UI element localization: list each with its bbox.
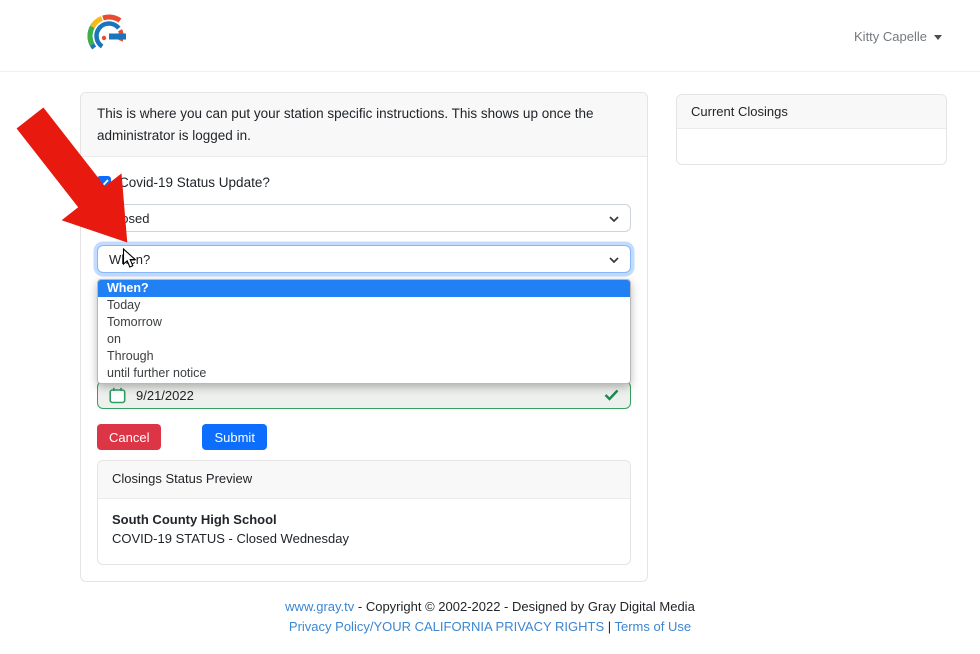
when-option-tomorrow[interactable]: Tomorrow: [98, 314, 630, 331]
current-closings-empty-list: [677, 129, 946, 164]
gray-tv-link[interactable]: www.gray.tv: [285, 599, 354, 614]
closings-form-body: Covid-19 Status Update? Closed When? Whe…: [81, 157, 647, 581]
calendar-icon[interactable]: [109, 387, 126, 404]
top-navbar: Kitty Capelle: [0, 0, 980, 72]
when-option-when[interactable]: When?: [98, 280, 630, 297]
user-name: Kitty Capelle: [854, 29, 927, 44]
status-select[interactable]: Closed: [97, 204, 631, 232]
preview-status-line: COVID-19 STATUS - Closed Wednesday: [112, 531, 616, 546]
copyright-text: - Copyright © 2002-2022 - Designed by Gr…: [354, 599, 695, 614]
current-closings-title: Current Closings: [677, 95, 946, 129]
closings-status-preview-card: Closings Status Preview South County Hig…: [97, 460, 631, 565]
footer-separator: |: [604, 619, 614, 634]
when-option-today[interactable]: Today: [98, 297, 630, 314]
when-option-until-further-notice[interactable]: until further notice: [98, 365, 630, 382]
when-option-through[interactable]: Through: [98, 348, 630, 365]
preview-title: Closings Status Preview: [98, 461, 630, 499]
when-select-value: When?: [109, 252, 150, 267]
page-footer: www.gray.tv - Copyright © 2002-2022 - De…: [0, 599, 980, 634]
covid-status-checkbox[interactable]: [97, 176, 111, 190]
status-select-value: Closed: [109, 211, 149, 226]
when-option-on[interactable]: on: [98, 331, 630, 348]
when-select-dropdown: When? Today Tomorrow on Through until fu…: [97, 279, 631, 384]
date-input[interactable]: 9/21/2022: [97, 381, 631, 409]
station-instructions: This is where you can put your station s…: [81, 93, 647, 157]
user-account-menu[interactable]: Kitty Capelle: [854, 29, 942, 44]
valid-check-icon: [604, 389, 619, 401]
terms-of-use-link[interactable]: Terms of Use: [615, 619, 692, 634]
current-closings-card: Current Closings: [676, 94, 947, 165]
privacy-policy-link[interactable]: Privacy Policy/YOUR CALIFORNIA PRIVACY R…: [289, 619, 604, 634]
check-icon: [99, 179, 109, 187]
gray-tv-logo-icon[interactable]: [84, 11, 134, 61]
covid-status-checkbox-label: Covid-19 Status Update?: [119, 175, 270, 190]
preview-school-name: South County High School: [112, 512, 616, 527]
chevron-down-icon: [609, 216, 619, 222]
chevron-down-icon: [934, 35, 942, 40]
closings-form-card: This is where you can put your station s…: [80, 92, 648, 582]
date-value: 9/21/2022: [136, 388, 194, 403]
submit-button[interactable]: Submit: [202, 424, 266, 450]
when-select[interactable]: When?: [97, 245, 631, 273]
cancel-button[interactable]: Cancel: [97, 424, 161, 450]
chevron-down-icon: [609, 257, 619, 263]
